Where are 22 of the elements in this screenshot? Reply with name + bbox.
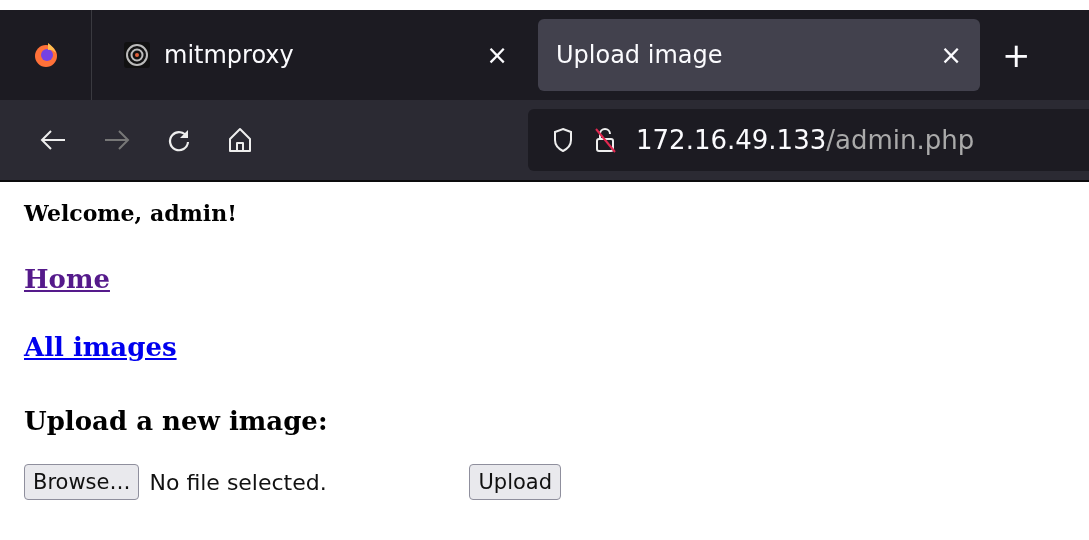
insecure-lock-icon <box>594 126 616 154</box>
back-arrow-icon[interactable] <box>38 128 68 152</box>
page-link[interactable]: Home <box>24 264 110 294</box>
url-text: 172.16.49.133/admin.php <box>636 125 975 155</box>
tab-title: Upload image <box>556 41 724 69</box>
forward-arrow-icon[interactable] <box>102 128 132 152</box>
file-status-text: No file selected. <box>149 469 328 495</box>
upload-button[interactable]: Upload <box>469 464 562 500</box>
new-tab-button[interactable]: + <box>1002 35 1031 75</box>
browse-button[interactable]: Browse… <box>24 464 140 500</box>
target-logo-icon <box>124 42 150 68</box>
browser-tab[interactable]: mitmproxy × <box>106 19 526 91</box>
page-link[interactable]: All images <box>24 332 177 362</box>
address-bar[interactable]: 172.16.49.133/admin.php <box>528 109 1089 171</box>
browser-tab[interactable]: Upload image × <box>538 19 980 91</box>
upload-heading: Upload a new image: <box>24 406 329 436</box>
shield-icon <box>552 127 574 153</box>
home-icon[interactable] <box>226 126 254 154</box>
close-tab-button[interactable]: × <box>486 40 508 70</box>
welcome-heading: Welcome, admin! <box>24 200 238 226</box>
close-tab-button[interactable]: × <box>940 40 962 70</box>
tab-title: mitmproxy <box>164 41 295 69</box>
